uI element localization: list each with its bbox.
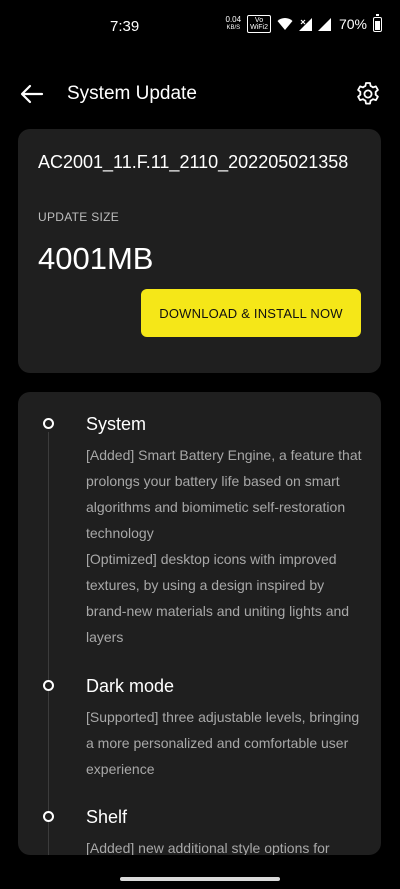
status-time: 7:39 bbox=[110, 18, 140, 35]
app-header: System Update bbox=[0, 72, 400, 116]
note-line: [Supported] three adjustable levels, bri… bbox=[86, 709, 360, 777]
volte-line2: WiFi2 bbox=[250, 24, 268, 31]
release-notes-card: System [Added] Smart Battery Engine, a f… bbox=[18, 392, 381, 855]
timeline-line bbox=[48, 432, 49, 855]
volte-line1: Vo bbox=[254, 17, 264, 24]
home-indicator[interactable] bbox=[120, 877, 280, 881]
network-speed-indicator: 0.04 KB/S bbox=[226, 16, 242, 32]
version-name: AC2001_11.F.11_2110_202205021358 bbox=[38, 152, 349, 172]
update-card: AC2001_11.F.11_2110_202205021358 UPDATE … bbox=[18, 129, 381, 373]
timeline-dot-icon bbox=[43, 418, 54, 429]
signal-icon bbox=[298, 17, 312, 31]
note-line: [Added] Smart Battery Engine, a feature … bbox=[86, 447, 362, 541]
volte-icon: Vo WiFi2 bbox=[247, 15, 271, 33]
note-line: [Added] new additional style options for bbox=[86, 840, 330, 855]
page-title: System Update bbox=[67, 83, 197, 104]
status-icons: 0.04 KB/S Vo WiFi2 70% bbox=[226, 13, 382, 33]
network-speed-value: 0.04 bbox=[225, 15, 242, 24]
section-body: [Added] new additional style options for bbox=[86, 835, 364, 855]
network-speed-unit: KB/S bbox=[226, 25, 241, 31]
battery-icon bbox=[373, 13, 382, 32]
section-title: Dark mode bbox=[86, 676, 175, 696]
update-size-label: UPDATE SIZE bbox=[38, 210, 120, 224]
arrow-left-icon[interactable] bbox=[18, 80, 46, 108]
signal-icon-2 bbox=[317, 17, 331, 31]
wifi-icon bbox=[277, 18, 293, 30]
gear-icon[interactable] bbox=[354, 80, 382, 108]
update-size-value: 4001MB bbox=[38, 241, 154, 276]
status-bar: 7:39 0.04 KB/S Vo WiFi2 70% bbox=[0, 0, 400, 52]
section-title: System bbox=[86, 414, 147, 434]
section-body: [Supported] three adjustable levels, bri… bbox=[86, 704, 364, 782]
download-install-button[interactable]: DOWNLOAD & INSTALL NOW bbox=[141, 289, 361, 337]
section-title: Shelf bbox=[86, 807, 128, 827]
timeline-dot-icon bbox=[43, 680, 54, 691]
timeline-dot-icon bbox=[43, 811, 54, 822]
note-line: [Optimized] desktop icons with improved … bbox=[86, 551, 350, 645]
battery-percent: 70% bbox=[338, 16, 367, 32]
section-body: [Added] Smart Battery Engine, a feature … bbox=[86, 442, 364, 650]
